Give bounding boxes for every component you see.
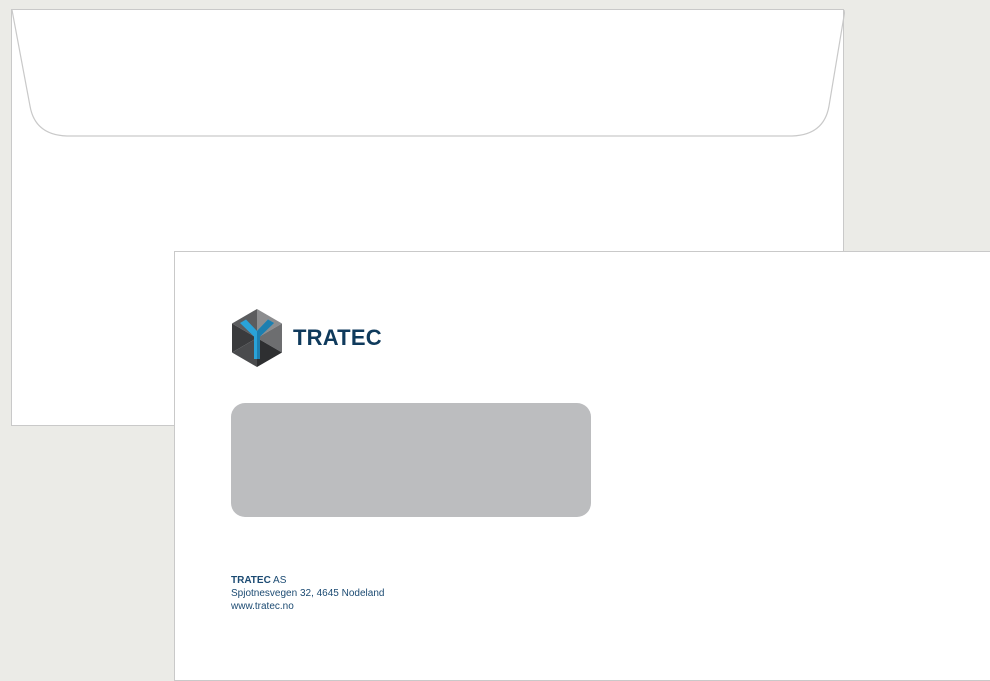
logo-wordmark: TRATEC xyxy=(293,325,382,350)
company-logo: TRATEC xyxy=(232,309,382,367)
sender-company-line: TRATEC AS xyxy=(231,574,384,587)
sender-website: www.tratec.no xyxy=(231,601,294,612)
envelope-front: TRATEC TRATEC AS Spjotnesvegen 32, 4645 … xyxy=(174,251,990,681)
sender-brand: TRATEC xyxy=(231,575,271,586)
address-window xyxy=(231,403,591,517)
sender-street-address: Spjotnesvegen 32, 4645 Nodeland xyxy=(231,588,385,599)
sender-address-block: TRATEC AS Spjotnesvegen 32, 4645 Nodelan… xyxy=(231,574,384,613)
sender-company-suffix: AS xyxy=(273,575,287,586)
tratec-hexagon-logo-icon xyxy=(232,309,282,367)
